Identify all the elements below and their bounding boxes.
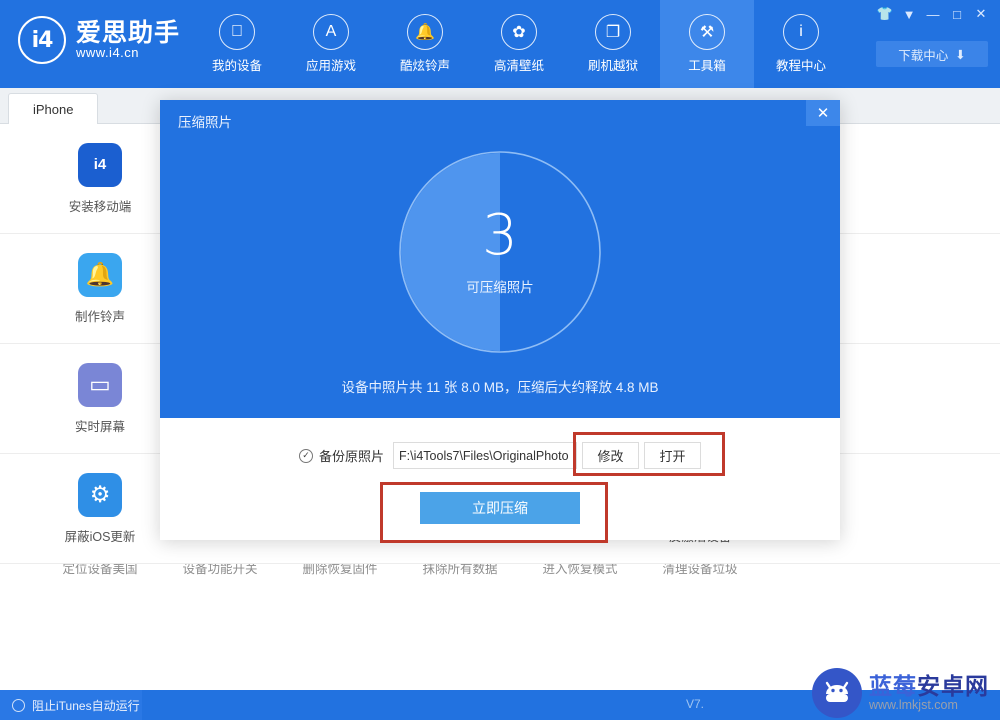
toolbox-cell-label: 屏蔽iOS更新: [64, 529, 136, 544]
block-itunes-label: 阻止iTunes自动运行: [32, 698, 140, 713]
toolbox-cell-label: 抹除所有数据: [422, 564, 498, 576]
download-center-label: 下载中心: [898, 48, 949, 63]
nav-item-label: 工具箱: [688, 59, 726, 73]
brand-url: www.i4.cn: [76, 45, 140, 61]
nav-item-label: 酷炫铃声: [399, 59, 450, 73]
toolbox-cell-label: 安装移动端: [68, 199, 132, 214]
toolbox-row: 定位设备美国 设备功能开关 删除恢复固件 抹除所有数据 进入恢复模式 清理设备垃圾: [0, 564, 1000, 590]
nav-item-7[interactable]: i 教程中心: [754, 0, 848, 88]
toolbox-cell[interactable]: ⚙ 屏蔽iOS更新: [40, 454, 160, 563]
toolbox-cell[interactable]: ▭ 实时屏幕: [40, 344, 160, 453]
maximize-icon[interactable]: □: [946, 4, 968, 24]
toolbox-cell[interactable]: 🔔 制作铃声: [40, 234, 160, 343]
toolbox-cell-label: 定位设备美国: [62, 564, 138, 576]
nav-item-4[interactable]: ✿ 高清壁纸: [472, 0, 566, 88]
grid-pad: [0, 234, 40, 343]
block-itunes-row[interactable]: 阻止iTunes自动运行: [0, 690, 142, 720]
info-icon: i: [783, 14, 819, 50]
toolbox-cell[interactable]: 定位设备美国: [40, 564, 160, 577]
apple-icon: : [219, 14, 255, 50]
bell-icon: 🔔: [407, 14, 443, 50]
progress-ring: 3 可压缩照片: [398, 150, 602, 354]
modal-controls: ✓ 备份原照片 修改 打开 立即压缩: [160, 418, 840, 540]
main-nav:  我的设备 A 应用游戏 🔔 酷炫铃声 ✿ 高清壁纸 ❐ 刷机越狱 ⚒ 工具箱 i 教程中心: [190, 0, 848, 88]
box-open-icon: ❐: [595, 14, 631, 50]
toolbox-cell[interactable]: 进入恢复模式: [520, 564, 640, 577]
watermark-name-part1: 蓝莓: [869, 673, 917, 700]
watermark: 蓝莓安卓网 www.lmkjst.com: [812, 668, 989, 718]
toolbox-cell[interactable]: 抹除所有数据: [400, 564, 520, 577]
toolbox-cell-label: 清理设备垃圾: [662, 564, 738, 576]
nav-item-3[interactable]: 🔔 酷炫铃声: [378, 0, 472, 88]
toolbox-cell-label: 设备功能开关: [182, 564, 258, 576]
grid-pad: [0, 124, 40, 233]
backup-label: 备份原照片: [318, 449, 384, 464]
bell-plus-icon: 🔔: [78, 252, 122, 297]
compressible-caption: 可压缩照片: [466, 280, 534, 295]
version-label: V7.: [686, 697, 705, 711]
nav-item-1[interactable]:  我的设备: [190, 0, 284, 88]
watermark-url: www.lmkjst.com: [869, 697, 958, 712]
watermark-name: 蓝莓安卓网: [869, 674, 989, 698]
toolbox-cell[interactable]: i4 安装移动端: [40, 124, 160, 233]
monitor-icon: ▭: [78, 362, 122, 407]
gear-block-icon: ⚙: [78, 472, 122, 517]
app-header: i4 爱思助手 www.i4.cn  我的设备 A 应用游戏 🔔 酷炫铃声 ✿ 高清壁纸 ❐ 刷…: [0, 0, 1000, 88]
android-robot-glyph: [825, 681, 849, 702]
block-itunes-toggle[interactable]: [12, 698, 25, 712]
close-icon[interactable]: ✕: [970, 4, 992, 24]
backup-path-input[interactable]: [393, 442, 577, 469]
modal-hero: 压缩照片 ✕ 3 可压缩照片 设备中照片共 11 张 8.0 MB，压缩后大约释…: [160, 100, 840, 418]
nav-item-label: 教程中心: [775, 59, 826, 73]
minimize-icon[interactable]: —: [922, 4, 944, 24]
grid-pad: [0, 454, 40, 563]
flower-icon: ✿: [501, 14, 537, 50]
i4-app-icon: i4: [78, 142, 122, 187]
watermark-text: 蓝莓安卓网 www.lmkjst.com: [869, 674, 989, 711]
i4-logo-icon: i4: [18, 16, 66, 64]
nav-item-label: 我的设备: [211, 59, 262, 73]
window-controls: 👕 ▼ — □ ✕: [874, 4, 992, 24]
toolbox-cell-label: 删除恢复固件: [302, 564, 378, 576]
close-icon[interactable]: ✕: [806, 100, 840, 126]
compress-photo-dialog: 压缩照片 ✕ 3 可压缩照片 设备中照片共 11 张 8.0 MB，压缩后大约释…: [160, 100, 840, 540]
nav-item-label: 刷机越狱: [587, 59, 638, 73]
nav-item-6[interactable]: ⚒ 工具箱: [660, 0, 754, 88]
toolbox-cell-label: 实时屏幕: [74, 419, 125, 434]
tab-iphone[interactable]: iPhone: [8, 93, 99, 124]
download-center-button[interactable]: 下载中心 ⬇: [876, 41, 988, 67]
backup-row: ✓ 备份原照片 修改 打开: [160, 442, 840, 469]
app-logo: i4 爱思助手 www.i4.cn: [18, 16, 180, 64]
watermark-name-part2: 安卓网: [917, 673, 989, 700]
backup-checkbox[interactable]: ✓: [298, 448, 313, 463]
nav-item-2[interactable]: A 应用游戏: [284, 0, 378, 88]
toolbox-cell[interactable]: 清理设备垃圾: [640, 564, 760, 577]
nav-item-5[interactable]: ❐ 刷机越狱: [566, 0, 660, 88]
modal-title: 压缩照片: [178, 115, 232, 130]
nav-item-label: 应用游戏: [305, 59, 356, 73]
toolbox-cell[interactable]: 设备功能开关: [160, 564, 280, 577]
android-robot-icon: [812, 668, 862, 718]
toolbox-cell-label: 进入恢复模式: [542, 564, 618, 576]
nav-item-label: 高清壁纸: [493, 59, 544, 73]
grid-pad: [0, 344, 40, 453]
open-path-button[interactable]: 打开: [644, 442, 701, 469]
toolbox-cell[interactable]: 删除恢复固件: [280, 564, 400, 577]
tab-label: iPhone: [33, 101, 74, 117]
appstore-icon: A: [313, 14, 349, 50]
compress-now-button[interactable]: 立即压缩: [420, 492, 580, 524]
skin-icon[interactable]: 👕: [874, 4, 896, 24]
brand-name: 爱思助手: [76, 19, 181, 48]
download-icon: ⬇: [955, 47, 966, 62]
modify-path-button[interactable]: 修改: [582, 442, 639, 469]
tools-icon: ⚒: [689, 14, 725, 50]
menu-icon[interactable]: ▼: [898, 4, 920, 24]
toolbox-cell-label: 制作铃声: [74, 309, 125, 324]
brand-text: 爱思助手 www.i4.cn: [76, 20, 180, 60]
compressible-count: 3: [482, 203, 518, 268]
photo-summary-text: 设备中照片共 11 张 8.0 MB，压缩后大约释放 4.8 MB: [341, 380, 659, 395]
